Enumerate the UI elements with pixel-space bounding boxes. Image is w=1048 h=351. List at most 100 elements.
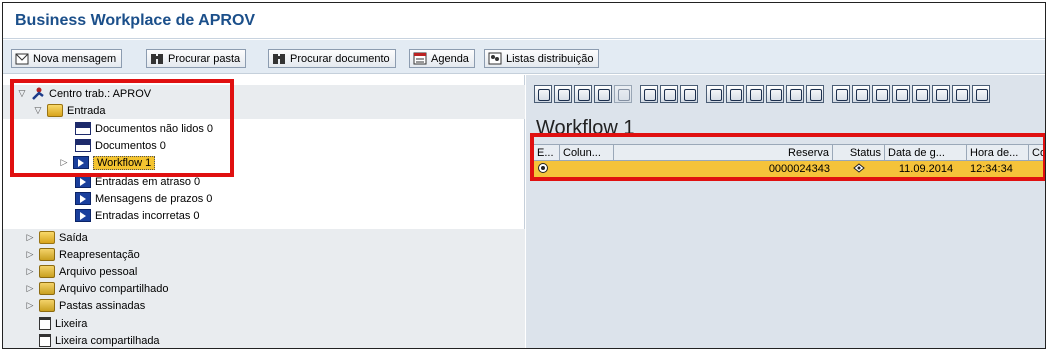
- forward-icon[interactable]: [574, 85, 592, 103]
- tree-item-personal-archive[interactable]: ▷ Arquivo pessoal: [25, 263, 137, 280]
- export-icon[interactable]: [872, 85, 890, 103]
- resubmission-icon: [39, 248, 55, 261]
- tree-item-root[interactable]: ▽ Centro trab.: APROV: [17, 85, 151, 102]
- column-header-status[interactable]: Status: [833, 145, 885, 160]
- tree-item-resubmission[interactable]: ▷ Reapresentação: [25, 246, 140, 263]
- tree-item-trash[interactable]: Lixeira: [39, 315, 87, 332]
- workflow-list-pane: Workflow 1 E... Colun... Reserva Status …: [526, 75, 1045, 348]
- tree-label-saida: Saída: [59, 231, 88, 244]
- cell-status: [833, 161, 885, 177]
- view-icon[interactable]: [852, 85, 870, 103]
- distribution-list-icon: [488, 52, 502, 65]
- collapsed-arrow-icon[interactable]: ▷: [25, 300, 35, 311]
- agenda-label: Agenda: [431, 52, 469, 65]
- layout-icon[interactable]: [786, 85, 804, 103]
- subscribed-folders-icon: [39, 299, 55, 312]
- collapsed-arrow-icon[interactable]: ▷: [25, 283, 35, 294]
- add-column-icon[interactable]: [766, 85, 784, 103]
- column-header-data[interactable]: Data de g...: [885, 145, 967, 160]
- title-bar: Business Workplace de APROV: [3, 3, 1045, 39]
- expanded-arrow-icon[interactable]: ▽: [17, 88, 27, 99]
- tree-label-entrada: Entrada: [67, 104, 106, 117]
- details-icon[interactable]: [534, 85, 552, 103]
- select-all-icon[interactable]: [726, 85, 744, 103]
- tree-item-deadline-messages[interactable]: Mensagens de prazos 0: [75, 190, 212, 207]
- new-message-icon: [15, 52, 29, 65]
- tree-label-personal-archive: Arquivo pessoal: [59, 265, 138, 278]
- tree-item-shared-trash[interactable]: Lixeira compartilhada: [39, 332, 160, 348]
- undo-icon: [614, 85, 632, 103]
- workflow-icon: [75, 175, 91, 188]
- column-header-hora[interactable]: Hora de...: [967, 145, 1029, 160]
- tree-label-workflow: Workflow 1: [93, 155, 156, 170]
- column-header-e[interactable]: E...: [534, 145, 560, 160]
- workflow-icon: [75, 209, 91, 222]
- workflow-icon: [75, 192, 91, 205]
- tree-item-saida[interactable]: ▷ Saída: [25, 229, 88, 246]
- tree-label-overdue-entries: Entradas em atraso 0: [95, 175, 201, 188]
- tree-item-documents[interactable]: Documentos 0: [75, 137, 166, 154]
- window-title: Business Workplace de APROV: [15, 12, 256, 29]
- shared-archive-icon: [39, 282, 55, 295]
- tree-item-unread-documents[interactable]: Documentos não lidos 0: [75, 120, 213, 137]
- column-header-reserva[interactable]: Reserva: [614, 145, 833, 160]
- agenda-button[interactable]: Agenda: [409, 49, 475, 68]
- reserve-icon[interactable]: [594, 85, 612, 103]
- list-title: Workflow 1: [536, 117, 635, 139]
- page-icon[interactable]: [832, 85, 850, 103]
- execute-icon[interactable]: [554, 85, 572, 103]
- grid-header: E... Colun... Reserva Status Data de g..…: [534, 144, 1045, 161]
- tree-item-shared-archive[interactable]: ▷ Arquivo compartilhado: [25, 280, 168, 297]
- distribution-lists-button[interactable]: Listas distribuição: [484, 49, 600, 68]
- binoculars-icon: [150, 52, 164, 65]
- search-document-label: Procurar documento: [290, 52, 390, 65]
- personal-archive-icon: [39, 265, 55, 278]
- grid-icon[interactable]: [952, 85, 970, 103]
- search-document-button[interactable]: Procurar documento: [268, 49, 396, 68]
- cell-data: 11.09.2014: [898, 163, 954, 175]
- cell-hora: 12:34:34: [970, 163, 1013, 175]
- collapsed-arrow-icon[interactable]: ▷: [25, 232, 35, 243]
- search-folder-button[interactable]: Procurar pasta: [146, 49, 247, 68]
- refresh-icon[interactable]: [706, 85, 724, 103]
- subtotal-icon[interactable]: [806, 85, 824, 103]
- table-row[interactable]: 0000024343 11.09.2014 12:34:34: [534, 161, 1045, 177]
- filter-options-icon[interactable]: [932, 85, 950, 103]
- document-icon: [75, 122, 91, 135]
- tree-label-resubmission: Reapresentação: [59, 248, 140, 261]
- collapsed-arrow-icon[interactable]: ▷: [59, 157, 69, 168]
- workflow-item-icon: [537, 162, 549, 177]
- business-workplace-window: Business Workplace de APROV Nova mensage…: [2, 2, 1046, 349]
- list-icon[interactable]: [892, 85, 910, 103]
- new-message-button[interactable]: Nova mensagem: [11, 49, 123, 68]
- tree-item-entrada[interactable]: ▽ Entrada: [33, 102, 106, 119]
- tree-label-shared-archive: Arquivo compartilhado: [59, 282, 169, 295]
- tree-item-workflow[interactable]: ▷ Workflow 1: [59, 154, 156, 171]
- print-icon[interactable]: [680, 85, 698, 103]
- collapsed-arrow-icon[interactable]: ▷: [25, 266, 35, 277]
- find-icon[interactable]: [640, 85, 658, 103]
- trash-icon: [39, 334, 51, 347]
- open-folder-icon: [47, 104, 63, 117]
- agenda-icon: [413, 52, 427, 65]
- status-icon: [852, 162, 866, 177]
- row-status-icon-cell: [534, 161, 560, 177]
- tree-label-root: Centro trab.: APROV: [49, 87, 152, 100]
- collapsed-arrow-icon[interactable]: ▷: [25, 249, 35, 260]
- search-folder-label: Procurar pasta: [168, 52, 241, 65]
- outbox-folder-icon: [39, 231, 55, 244]
- list-toolbar: [534, 85, 992, 107]
- column-header-colu[interactable]: Colu: [1029, 145, 1045, 160]
- tree-item-incorrect-entries[interactable]: Entradas incorretas 0: [75, 207, 200, 224]
- tree-item-subscribed-folders[interactable]: ▷ Pastas assinadas: [25, 297, 145, 314]
- filter-icon[interactable]: [912, 85, 930, 103]
- tree-item-overdue-entries[interactable]: Entradas em atraso 0: [75, 173, 200, 190]
- expanded-arrow-icon[interactable]: ▽: [33, 105, 43, 116]
- deselect-all-icon[interactable]: [746, 85, 764, 103]
- distribution-lists-label: Listas distribuição: [506, 52, 594, 65]
- binoculars-icon[interactable]: [972, 85, 990, 103]
- sort-icon[interactable]: [660, 85, 678, 103]
- new-message-label: Nova mensagem: [33, 52, 117, 65]
- column-header-colun[interactable]: Colun...: [560, 145, 614, 160]
- binoculars-icon: [272, 52, 286, 65]
